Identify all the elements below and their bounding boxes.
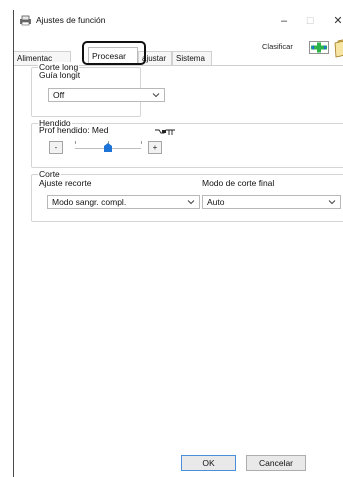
ajuste-recorte-label: Ajuste recorte (39, 178, 92, 188)
title-bar: Ajustes de función – ☐ ✕ (14, 10, 343, 32)
settings-dialog: Ajustes de función – ☐ ✕ Alimentac ajust… (13, 10, 343, 477)
clasificar-label[interactable]: Clasificar (262, 42, 293, 51)
modo-corte-final-value: Auto (207, 197, 225, 207)
guia-longit-label: Guía longit (39, 70, 81, 80)
tab-sistema[interactable]: Sistema (172, 51, 212, 65)
printer-icon (20, 15, 31, 26)
crease-decrease-button[interactable]: - (49, 141, 63, 154)
prof-hendido-label: Prof hendido: Med (39, 125, 109, 135)
tab-highlight-annotation (82, 41, 146, 65)
guia-longit-value: Off (53, 90, 65, 100)
crease-increase-button[interactable]: + (148, 141, 162, 154)
slider-thumb[interactable] (104, 143, 112, 152)
chevron-down-icon (187, 200, 195, 205)
paper-stack-icon (334, 39, 343, 58)
guia-longit-select[interactable]: Off (48, 88, 165, 102)
chevron-down-icon (328, 200, 336, 205)
chevron-down-icon (152, 93, 160, 98)
cancel-button[interactable]: Cancelar (246, 455, 306, 471)
window-title: Ajustes de función (36, 15, 106, 25)
ajuste-recorte-value: Modo sangr. compl. (52, 197, 127, 207)
close-button[interactable]: ✕ (326, 13, 343, 29)
modo-corte-final-label: Modo de corte final (202, 178, 275, 188)
crease-depth-icon (155, 129, 175, 135)
slider-tick (141, 141, 142, 144)
modo-corte-final-select[interactable]: Auto (202, 195, 341, 209)
maximize-button[interactable]: ☐ (298, 13, 322, 29)
slider-tick (75, 141, 76, 144)
sort-icon[interactable] (309, 41, 329, 54)
minimize-button[interactable]: – (272, 13, 296, 29)
ok-button[interactable]: OK (181, 455, 236, 471)
ajuste-recorte-select[interactable]: Modo sangr. compl. (47, 195, 200, 209)
